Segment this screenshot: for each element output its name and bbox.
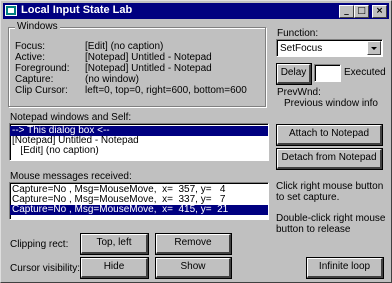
foreground-label: Foreground: bbox=[15, 63, 70, 74]
detach-button[interactable]: Detach from Notepad bbox=[276, 148, 383, 170]
delay-field[interactable] bbox=[314, 64, 341, 82]
messages-listbox[interactable]: Capture=No , Msg=MouseMove, x= 357, y= 4… bbox=[9, 182, 269, 220]
function-label: Function: bbox=[277, 28, 319, 39]
messages-label: Mouse messages received: bbox=[10, 171, 132, 182]
clip-cursor-value: left=0, top=0, right=600, bottom=600 bbox=[85, 85, 247, 96]
close-button[interactable]: × bbox=[372, 5, 387, 18]
function-select[interactable]: SetFocus bbox=[276, 39, 383, 57]
list-item[interactable]: --> This dialog box <-- bbox=[10, 126, 268, 136]
hide-button[interactable]: Hide bbox=[80, 257, 149, 279]
clip-cursor-label: Clip Cursor: bbox=[15, 85, 68, 96]
window-title: Local Input State Lab bbox=[21, 4, 133, 16]
maximize-button[interactable]: □ bbox=[354, 5, 369, 18]
main-window: Local Input State Lab _ □ × Windows Focu… bbox=[0, 0, 392, 283]
top-left-button[interactable]: Top, left bbox=[80, 233, 149, 255]
app-icon bbox=[5, 5, 17, 16]
windows-groupbox: Windows Focus: [Edit] (no caption) Activ… bbox=[8, 21, 266, 107]
active-value: [Notepad] Untitled - Notepad bbox=[85, 52, 212, 63]
capture-value: (no window) bbox=[85, 74, 139, 85]
infinite-loop-button[interactable]: Infinite loop bbox=[306, 257, 384, 279]
list-item[interactable]: [Edit] (no caption) bbox=[10, 146, 268, 156]
show-button[interactable]: Show bbox=[155, 257, 232, 279]
title-bar[interactable]: Local Input State Lab _ □ × bbox=[3, 3, 389, 19]
function-select-value: SetFocus bbox=[280, 43, 323, 54]
delay-button[interactable]: Delay bbox=[276, 63, 312, 85]
minimize-button[interactable]: _ bbox=[339, 5, 354, 18]
focus-value: [Edit] (no caption) bbox=[85, 41, 164, 52]
prevwnd-value: Previous window info bbox=[284, 98, 378, 109]
remove-button[interactable]: Remove bbox=[155, 233, 232, 255]
executed-label: Executed bbox=[344, 67, 386, 78]
focus-label: Focus: bbox=[15, 41, 46, 52]
prevwnd-label: PrevWnd: bbox=[277, 87, 321, 98]
right-click-hint: Click right mouse button to set capture. bbox=[276, 181, 384, 203]
list-item[interactable]: [Notepad] Untitled - Notepad bbox=[10, 136, 268, 146]
foreground-value: [Notepad] Untitled - Notepad bbox=[85, 63, 212, 74]
capture-label: Capture: bbox=[15, 74, 54, 85]
cursor-visibility-label: Cursor visibility: bbox=[10, 263, 81, 274]
table-row[interactable]: Capture=No , Msg=MouseMove, x= 337, y= 7 bbox=[10, 195, 268, 205]
active-label: Active: bbox=[15, 52, 46, 63]
attach-button[interactable]: Attach to Notepad bbox=[276, 124, 383, 146]
chevron-down-icon[interactable] bbox=[367, 41, 381, 55]
windows-list-label: Notepad windows and Self: bbox=[10, 112, 132, 123]
table-row[interactable]: Capture=No , Msg=MouseMove, x= 357, y= 4 bbox=[10, 185, 268, 195]
windows-group-title: Windows bbox=[15, 21, 60, 32]
clipping-label: Clipping rect: bbox=[10, 239, 69, 250]
table-row[interactable]: Capture=No , Msg=MouseMove, x= 415, y= 2… bbox=[10, 205, 268, 215]
windows-listbox[interactable]: --> This dialog box <-- [Notepad] Untitl… bbox=[9, 123, 269, 161]
double-click-hint: Double-click right mouse button to relea… bbox=[276, 213, 386, 235]
